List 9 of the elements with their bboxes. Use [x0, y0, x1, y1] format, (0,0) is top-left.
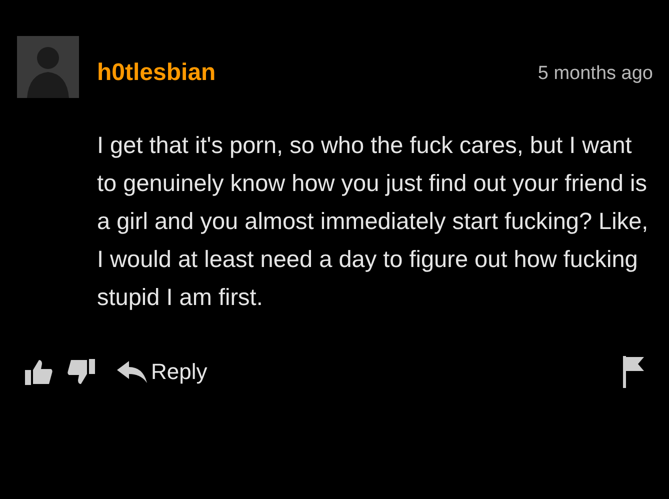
thumbs-down-icon[interactable]	[67, 359, 95, 385]
timestamp: 5 months ago	[538, 63, 653, 85]
thumbs-up-icon[interactable]	[25, 359, 53, 385]
flag-icon[interactable]	[623, 356, 645, 388]
comment-text: I get that it's porn, so who the fuck cares, but I want to genuinely know how you just find out your friend is a girl and you almost immediately start fucking? Like, I would at least need a day to figure out how fucking stupid I am first.	[97, 131, 650, 312]
username[interactable]: h0tlesbian	[97, 59, 216, 87]
reply-button[interactable]: Reply	[117, 359, 208, 385]
avatar-icon	[17, 36, 79, 98]
reply-arrow-icon	[117, 361, 147, 383]
